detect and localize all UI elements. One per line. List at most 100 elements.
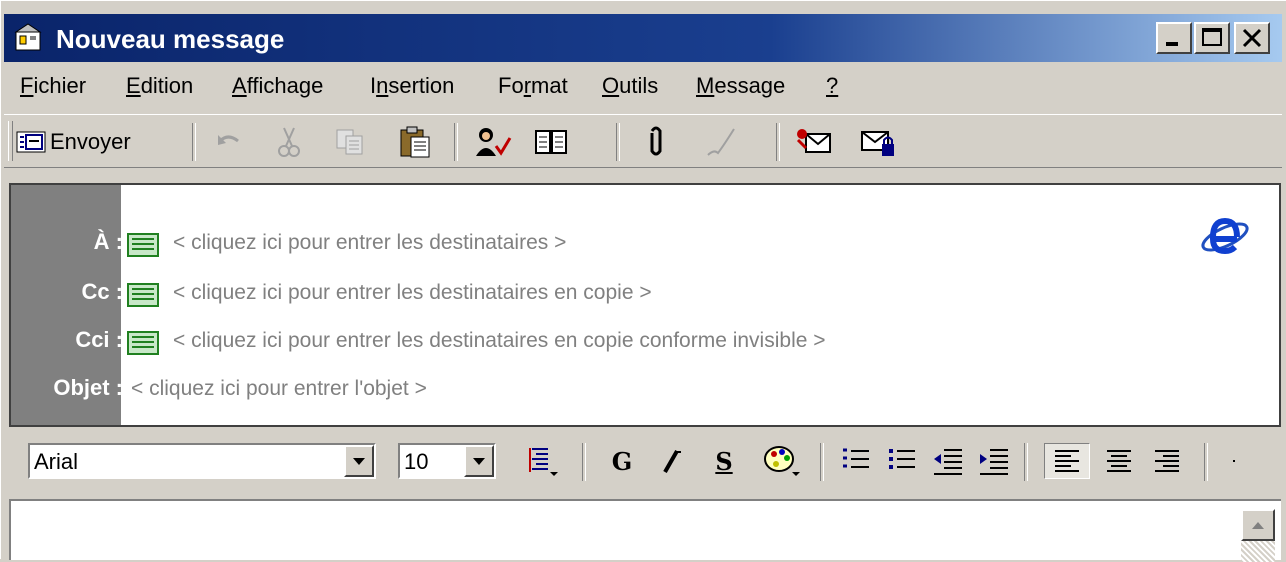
menu-accel: M xyxy=(696,73,715,98)
bullet-list-icon xyxy=(889,449,915,469)
decrease-indent-icon xyxy=(934,449,962,475)
increase-indent-icon xyxy=(980,449,1008,475)
paste-icon xyxy=(400,126,430,158)
copy-button[interactable] xyxy=(334,123,366,161)
sign-message-button[interactable] xyxy=(794,123,832,161)
subject-label: Objet : xyxy=(53,375,123,400)
chevron-down-icon xyxy=(353,458,365,465)
bcc-row: Cci : < cliquez ici pour entrer les dest… xyxy=(11,325,1271,361)
scissors-icon xyxy=(278,127,300,157)
internet-explorer-logo-icon xyxy=(1201,217,1249,255)
scroll-up-button[interactable] xyxy=(1241,509,1275,541)
main-toolbar: Envoyer xyxy=(4,114,1282,168)
increase-indent-button[interactable] xyxy=(974,443,1014,479)
bcc-label: Cci : xyxy=(75,327,123,352)
to-label: À : xyxy=(93,229,123,254)
address-card-icon[interactable] xyxy=(127,233,159,257)
more-icon xyxy=(1233,460,1235,462)
send-label: Envoyer xyxy=(50,129,131,154)
menu-outils[interactable]: Outils xyxy=(602,73,658,99)
align-left-button[interactable] xyxy=(1044,443,1090,479)
menu-label: ichier xyxy=(33,73,87,98)
underline-button[interactable]: S xyxy=(704,443,744,479)
check-names-icon xyxy=(476,128,512,156)
copy-icon xyxy=(336,129,363,155)
toolbar-separator xyxy=(1204,443,1208,481)
close-button[interactable] xyxy=(1234,22,1270,54)
toolbar-separator xyxy=(454,123,458,161)
cut-button[interactable] xyxy=(274,123,304,161)
new-message-icon xyxy=(14,23,42,51)
bullet-list-button[interactable] xyxy=(882,443,922,479)
message-body[interactable] xyxy=(9,499,1281,562)
to-row: À : < cliquez ici pour entrer les destin… xyxy=(11,227,1271,263)
minimize-button[interactable] xyxy=(1156,22,1192,54)
format-toolbar: Arial 10 G S xyxy=(4,431,1282,489)
italic-button[interactable] xyxy=(652,443,692,479)
paperclip-icon xyxy=(650,126,662,156)
menu-message[interactable]: Message xyxy=(696,73,785,99)
menu-accel: A xyxy=(232,73,247,98)
menu-affichage[interactable]: Affichage xyxy=(232,73,323,99)
font-select[interactable]: Arial xyxy=(28,443,376,479)
send-button[interactable]: Envoyer xyxy=(16,123,131,161)
menu-accel: F xyxy=(20,73,34,98)
menu-edition[interactable]: Edition xyxy=(126,73,193,99)
paste-button[interactable] xyxy=(398,123,432,161)
scroll-up-icon xyxy=(1252,522,1264,529)
paragraph-style-button[interactable] xyxy=(520,443,566,479)
send-icon xyxy=(16,131,46,153)
menu-accel: O xyxy=(602,73,620,98)
menu-insertion[interactable]: Insertion xyxy=(370,73,454,99)
underline-label: S xyxy=(715,446,733,476)
menu-label: Fo xyxy=(498,73,524,98)
window-title: Nouveau message xyxy=(56,24,285,54)
undo-button[interactable] xyxy=(214,123,244,161)
address-card-icon[interactable] xyxy=(127,283,159,307)
to-field[interactable]: < cliquez ici pour entrer les destinatai… xyxy=(173,231,566,255)
toolbar-grip[interactable] xyxy=(8,121,13,161)
menu-label: dition xyxy=(140,73,194,98)
menu-label: ffichage xyxy=(246,73,324,98)
subject-field[interactable]: < cliquez ici pour entrer l'objet > xyxy=(131,377,427,401)
toolbar-separator xyxy=(192,123,196,161)
toolbar-separator xyxy=(1024,443,1028,481)
menu-help[interactable]: ? xyxy=(826,73,838,99)
numbered-list-button[interactable] xyxy=(836,443,876,479)
toolbar-overflow-button[interactable] xyxy=(1224,443,1244,479)
message-header: À : < cliquez ici pour entrer les destin… xyxy=(9,183,1281,427)
check-names-button[interactable] xyxy=(474,123,512,161)
address-book-button[interactable] xyxy=(534,123,568,161)
address-card-icon[interactable] xyxy=(127,331,159,355)
attach-button[interactable] xyxy=(644,123,668,161)
bcc-field[interactable]: < cliquez ici pour entrer les destinatai… xyxy=(173,329,826,353)
encrypt-icon xyxy=(861,131,894,156)
toolbar-separator xyxy=(616,123,620,161)
cc-row: Cc : < cliquez ici pour entrer les desti… xyxy=(11,277,1271,313)
signature-icon xyxy=(707,128,735,156)
message-window: Nouveau message Fichier Edition Affichag… xyxy=(0,0,1286,562)
maximize-button[interactable] xyxy=(1194,22,1230,54)
sign-button[interactable] xyxy=(704,123,740,161)
menu-accel: ? xyxy=(826,73,839,98)
menu-accel: n xyxy=(376,73,389,98)
menu-label: utils xyxy=(619,73,659,98)
bold-button[interactable]: G xyxy=(602,443,642,479)
align-center-button[interactable] xyxy=(1098,443,1140,479)
size-dropdown-button[interactable] xyxy=(464,445,494,477)
bold-label: G xyxy=(611,446,633,476)
color-palette-icon xyxy=(764,446,800,476)
encrypt-button[interactable] xyxy=(860,123,898,161)
title-bar[interactable]: Nouveau message xyxy=(4,14,1282,62)
align-right-button[interactable] xyxy=(1146,443,1188,479)
size-select[interactable]: 10 xyxy=(398,443,496,479)
italic-icon xyxy=(663,450,681,473)
menu-accel: E xyxy=(126,73,141,98)
cc-field[interactable]: < cliquez ici pour entrer les destinatai… xyxy=(173,281,652,305)
menu-format[interactable]: Format xyxy=(498,73,568,99)
decrease-indent-button[interactable] xyxy=(928,443,968,479)
font-dropdown-button[interactable] xyxy=(344,445,374,477)
cc-label: Cc : xyxy=(81,279,123,304)
font-color-button[interactable] xyxy=(758,443,806,479)
menu-fichier[interactable]: Fichier xyxy=(20,73,86,99)
